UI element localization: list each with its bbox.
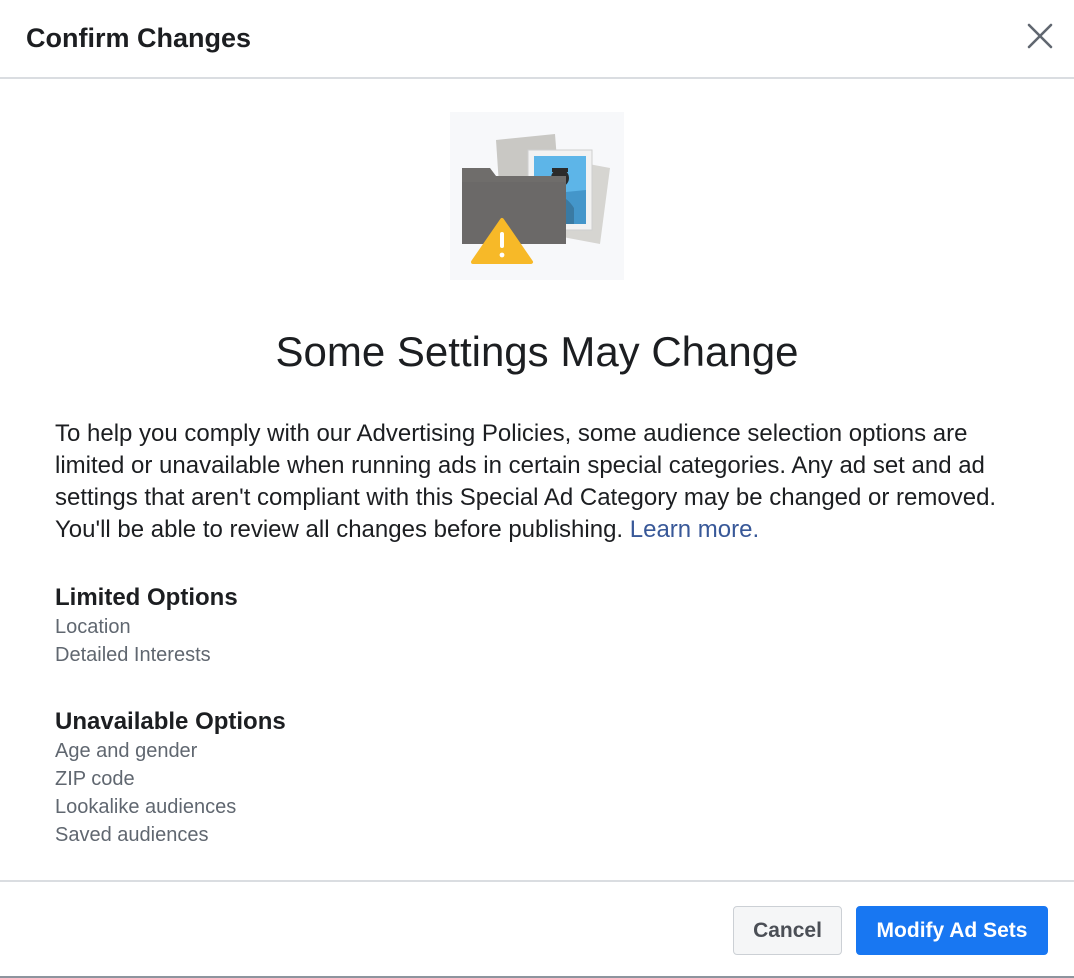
- limited-options-section: Limited Options Location Detailed Intere…: [55, 583, 238, 669]
- cancel-button[interactable]: Cancel: [733, 906, 842, 955]
- list-item: Age and gender: [55, 740, 198, 762]
- folder-warning-illustration: [450, 112, 624, 280]
- list-item: ZIP code: [55, 768, 135, 790]
- policy-description-text: To help you comply with our Advertising …: [55, 420, 997, 543]
- modify-ad-sets-button[interactable]: Modify Ad Sets: [856, 906, 1048, 955]
- dialog-heading: Some Settings May Change: [275, 328, 799, 375]
- list-item: Detailed Interests: [55, 644, 211, 666]
- section-title: Unavailable Options: [55, 708, 286, 735]
- list-item: Saved audiences: [55, 824, 209, 846]
- section-title: Limited Options: [55, 584, 238, 611]
- learn-more-link[interactable]: Learn more.: [630, 516, 759, 543]
- dialog-header: Confirm Changes: [0, 0, 1074, 79]
- close-icon[interactable]: [1026, 22, 1054, 50]
- list-item: Lookalike audiences: [55, 796, 237, 818]
- policy-description: To help you comply with our Advertising …: [55, 418, 1030, 546]
- list-item: Location: [55, 616, 131, 638]
- confirm-changes-dialog: Confirm Changes Some Settings May Change…: [0, 0, 1074, 978]
- dialog-title: Confirm Changes: [26, 23, 252, 53]
- dialog-footer: Cancel Modify Ad Sets: [0, 880, 1074, 976]
- unavailable-options-section: Unavailable Options Age and gender ZIP c…: [55, 707, 286, 849]
